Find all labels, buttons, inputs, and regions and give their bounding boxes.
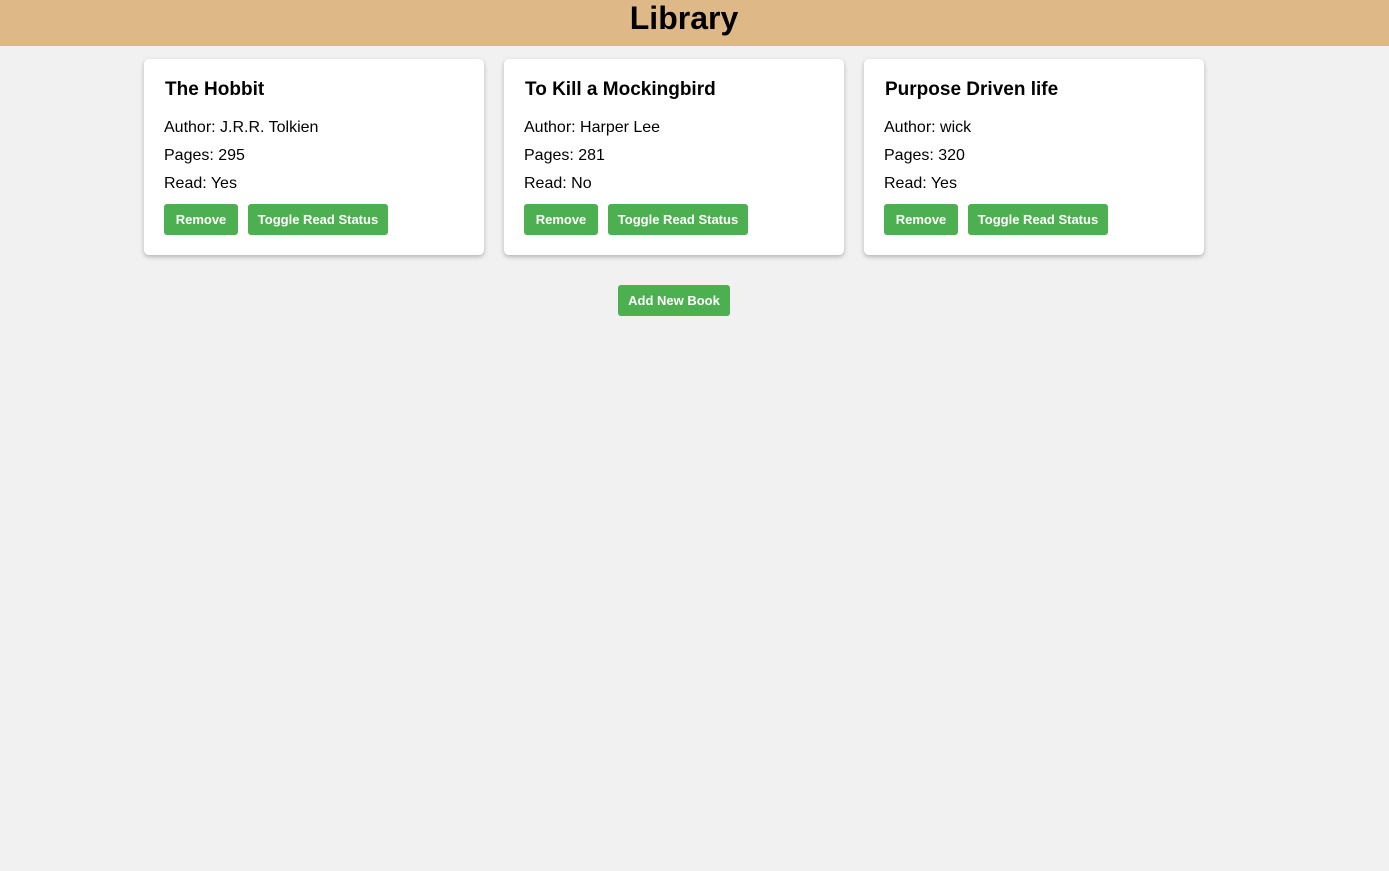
book-card: The Hobbit Author: J.R.R. Tolkien Pages:…	[144, 59, 484, 255]
toggle-read-status-button[interactable]: Toggle Read Status	[608, 204, 748, 235]
book-title: The Hobbit	[165, 79, 265, 100]
book-title: To Kill a Mockingbird	[525, 79, 716, 100]
book-author: Author: Harper Lee	[524, 119, 661, 136]
book-card: To Kill a Mockingbird Author: Harper Lee…	[504, 59, 844, 255]
book-author: Author: wick	[884, 119, 972, 136]
book-read-status: Read: Yes	[164, 175, 237, 192]
toggle-read-status-button[interactable]: Toggle Read Status	[248, 204, 388, 235]
book-card: Purpose Driven life Author: wick Pages: …	[864, 59, 1204, 255]
toggle-read-status-button[interactable]: Toggle Read Status	[968, 204, 1108, 235]
remove-button[interactable]: Remove	[524, 204, 598, 235]
page-title: Library	[629, 0, 739, 36]
book-title: Purpose Driven life	[885, 79, 1059, 100]
header-bar: Library	[0, 0, 1389, 46]
remove-button[interactable]: Remove	[884, 204, 958, 235]
add-new-book-button[interactable]: Add New Book	[618, 285, 730, 316]
book-pages: Pages: 295	[164, 147, 245, 164]
book-pages: Pages: 320	[884, 147, 965, 164]
book-pages: Pages: 281	[524, 147, 605, 164]
book-read-status: Read: Yes	[884, 175, 957, 192]
book-read-status: Read: No	[524, 175, 592, 192]
remove-button[interactable]: Remove	[164, 204, 238, 235]
book-author: Author: J.R.R. Tolkien	[164, 119, 319, 136]
